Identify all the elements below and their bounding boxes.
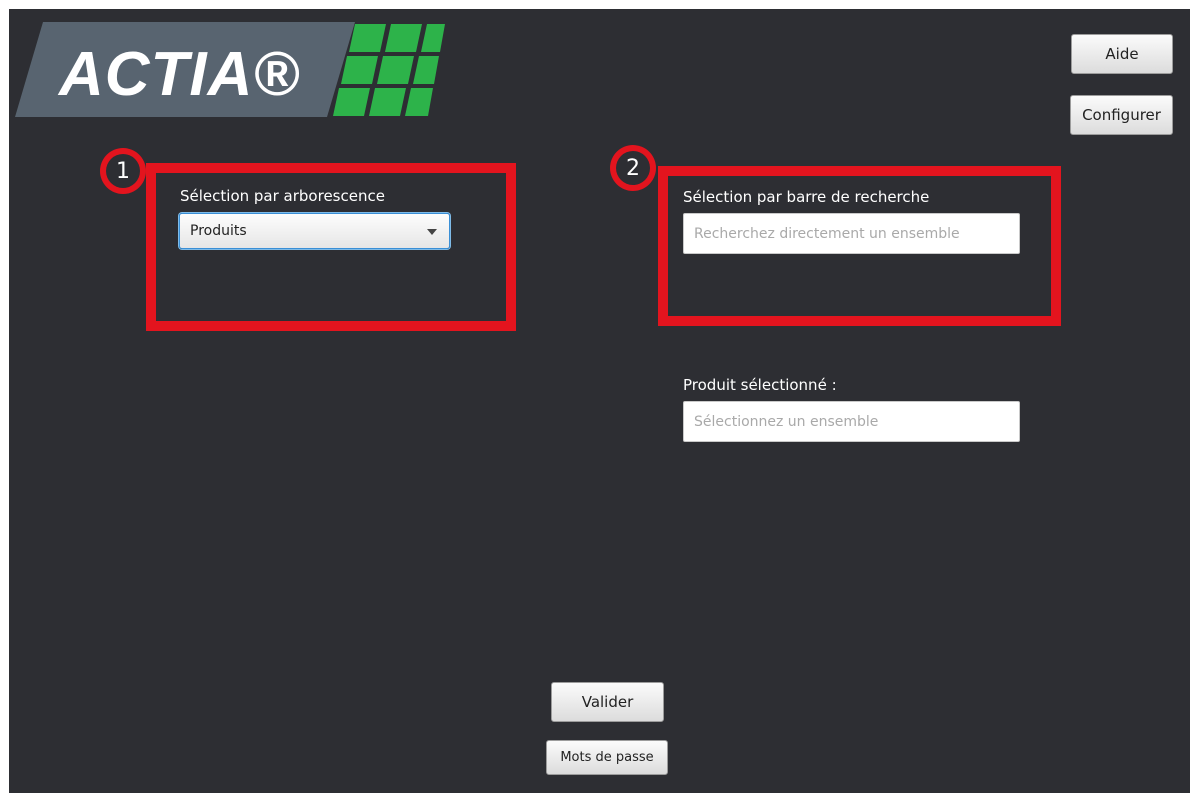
chevron-down-icon (427, 229, 437, 235)
search-selection-title: Sélection par barre de recherche (683, 188, 930, 206)
actia-logo: ACTIA® (15, 22, 445, 117)
logo-text: ACTIA® (57, 40, 300, 109)
search-input[interactable] (683, 213, 1020, 254)
selected-product-field[interactable] (683, 401, 1020, 442)
selected-product-label: Produit sélectionné : (683, 376, 837, 394)
product-tree-dropdown-value: Produits (190, 223, 247, 239)
help-button[interactable]: Aide (1071, 34, 1173, 74)
configure-button[interactable]: Configurer (1070, 95, 1173, 135)
tree-selection-title: Sélection par arborescence (180, 187, 385, 205)
validate-button[interactable]: Valider (551, 682, 664, 722)
search-selection-badge: 2 (610, 145, 656, 191)
search-selection-badge-number: 2 (616, 151, 650, 185)
tree-selection-badge-number: 1 (106, 154, 140, 188)
passwords-button[interactable]: Mots de passe (546, 740, 668, 775)
product-tree-dropdown[interactable]: Produits (179, 213, 450, 249)
app-window: ACTIA® Aide Configurer 1 Sélection par a… (9, 9, 1190, 793)
tree-selection-badge: 1 (100, 148, 146, 194)
